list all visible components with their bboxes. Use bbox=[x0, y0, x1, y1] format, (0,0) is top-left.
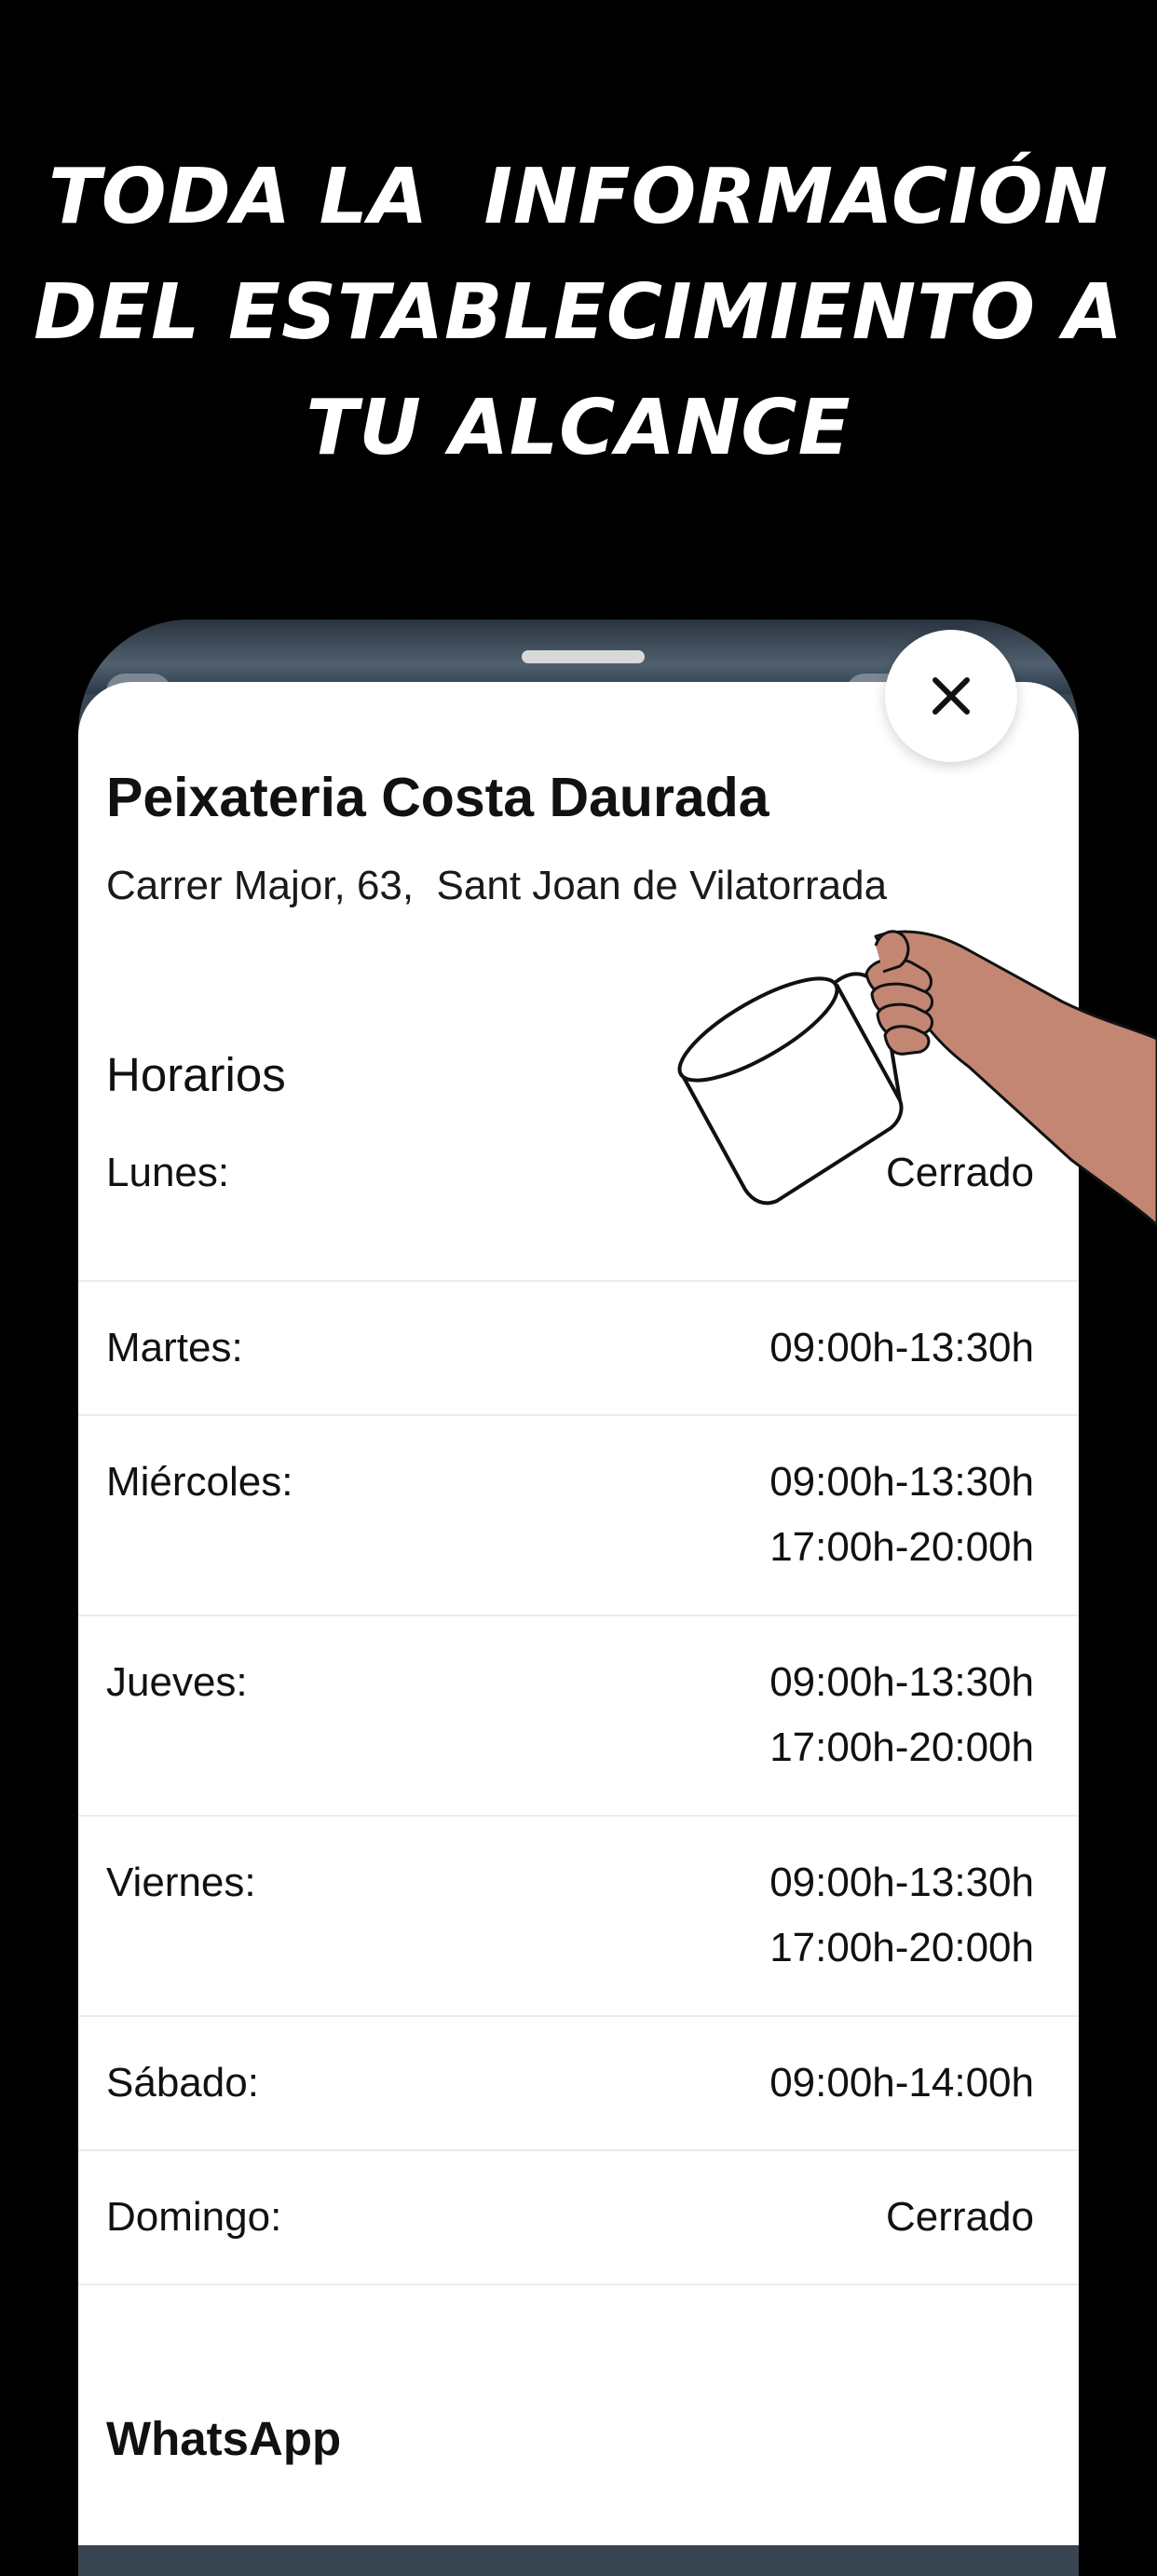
day-hours: 09:00h-14:00h bbox=[769, 2051, 1034, 2116]
day-label: Domingo: bbox=[106, 2194, 282, 2240]
hours-row-miercoles: Miércoles: 09:00h-13:30h 17:00h-20:00h bbox=[78, 1416, 1079, 1616]
headline-line-2: DEL ESTABLECIMIENTO A bbox=[34, 268, 1123, 357]
time-range: 09:00h-13:30h bbox=[769, 1860, 1034, 1905]
close-button[interactable] bbox=[885, 630, 1017, 762]
hours-row-domingo: Domingo: Cerrado bbox=[78, 2151, 1079, 2285]
store-name: Peixateria Costa Daurada bbox=[106, 767, 769, 828]
time-range: 17:00h-20:00h bbox=[769, 1524, 1034, 1570]
hours-row-sabado: Sábado: 09:00h-14:00h bbox=[78, 2017, 1079, 2151]
time-range: 09:00h-13:30h bbox=[769, 1325, 1034, 1370]
hours-list: Lunes: Cerrado Martes: 09:00h-13:30h Mié… bbox=[78, 1148, 1079, 2285]
time-range: Cerrado bbox=[886, 2194, 1034, 2240]
headline-line-1: TODA LA INFORMACIÓN bbox=[48, 153, 1109, 241]
hours-row-viernes: Viernes: 09:00h-13:30h 17:00h-20:00h bbox=[78, 1817, 1079, 2017]
day-hours: 09:00h-13:30h 17:00h-20:00h bbox=[769, 1450, 1034, 1580]
headline-line-3: TU ALCANCE bbox=[306, 384, 851, 472]
time-range: 09:00h-13:30h bbox=[769, 1659, 1034, 1705]
hours-row-martes: Martes: 09:00h-13:30h bbox=[78, 1282, 1079, 1416]
time-range: 09:00h-14:00h bbox=[769, 2060, 1034, 2106]
close-icon bbox=[932, 677, 970, 715]
day-label: Miércoles: bbox=[106, 1459, 293, 1505]
time-range: 17:00h-20:00h bbox=[769, 1925, 1034, 1970]
day-label: Martes: bbox=[106, 1325, 243, 1370]
time-range: 17:00h-20:00h bbox=[769, 1724, 1034, 1770]
time-range: 09:00h-13:30h bbox=[769, 1459, 1034, 1505]
day-label: Lunes: bbox=[106, 1150, 230, 1195]
store-address: Carrer Major, 63, Sant Joan de Vilatorra… bbox=[106, 863, 888, 908]
sheet-grabber[interactable] bbox=[522, 650, 645, 663]
whatsapp-section-title: WhatsApp bbox=[106, 2412, 342, 2465]
day-label: Jueves: bbox=[106, 1659, 248, 1705]
hand-pouring-jug-illustration bbox=[677, 930, 1157, 1227]
promo-headline: TODA LA INFORMACIÓN DEL ESTABLECIMIENTO … bbox=[0, 140, 1157, 486]
day-label: Sábado: bbox=[106, 2060, 259, 2106]
day-hours: Cerrado bbox=[886, 2185, 1034, 2250]
day-hours: 09:00h-13:30h bbox=[769, 1315, 1034, 1381]
day-hours: 09:00h-13:30h 17:00h-20:00h bbox=[769, 1650, 1034, 1780]
day-hours: 09:00h-13:30h 17:00h-20:00h bbox=[769, 1850, 1034, 1981]
hours-section-title: Horarios bbox=[106, 1048, 286, 1101]
hours-row-jueves: Jueves: 09:00h-13:30h 17:00h-20:00h bbox=[78, 1616, 1079, 1817]
day-label: Viernes: bbox=[106, 1860, 256, 1905]
